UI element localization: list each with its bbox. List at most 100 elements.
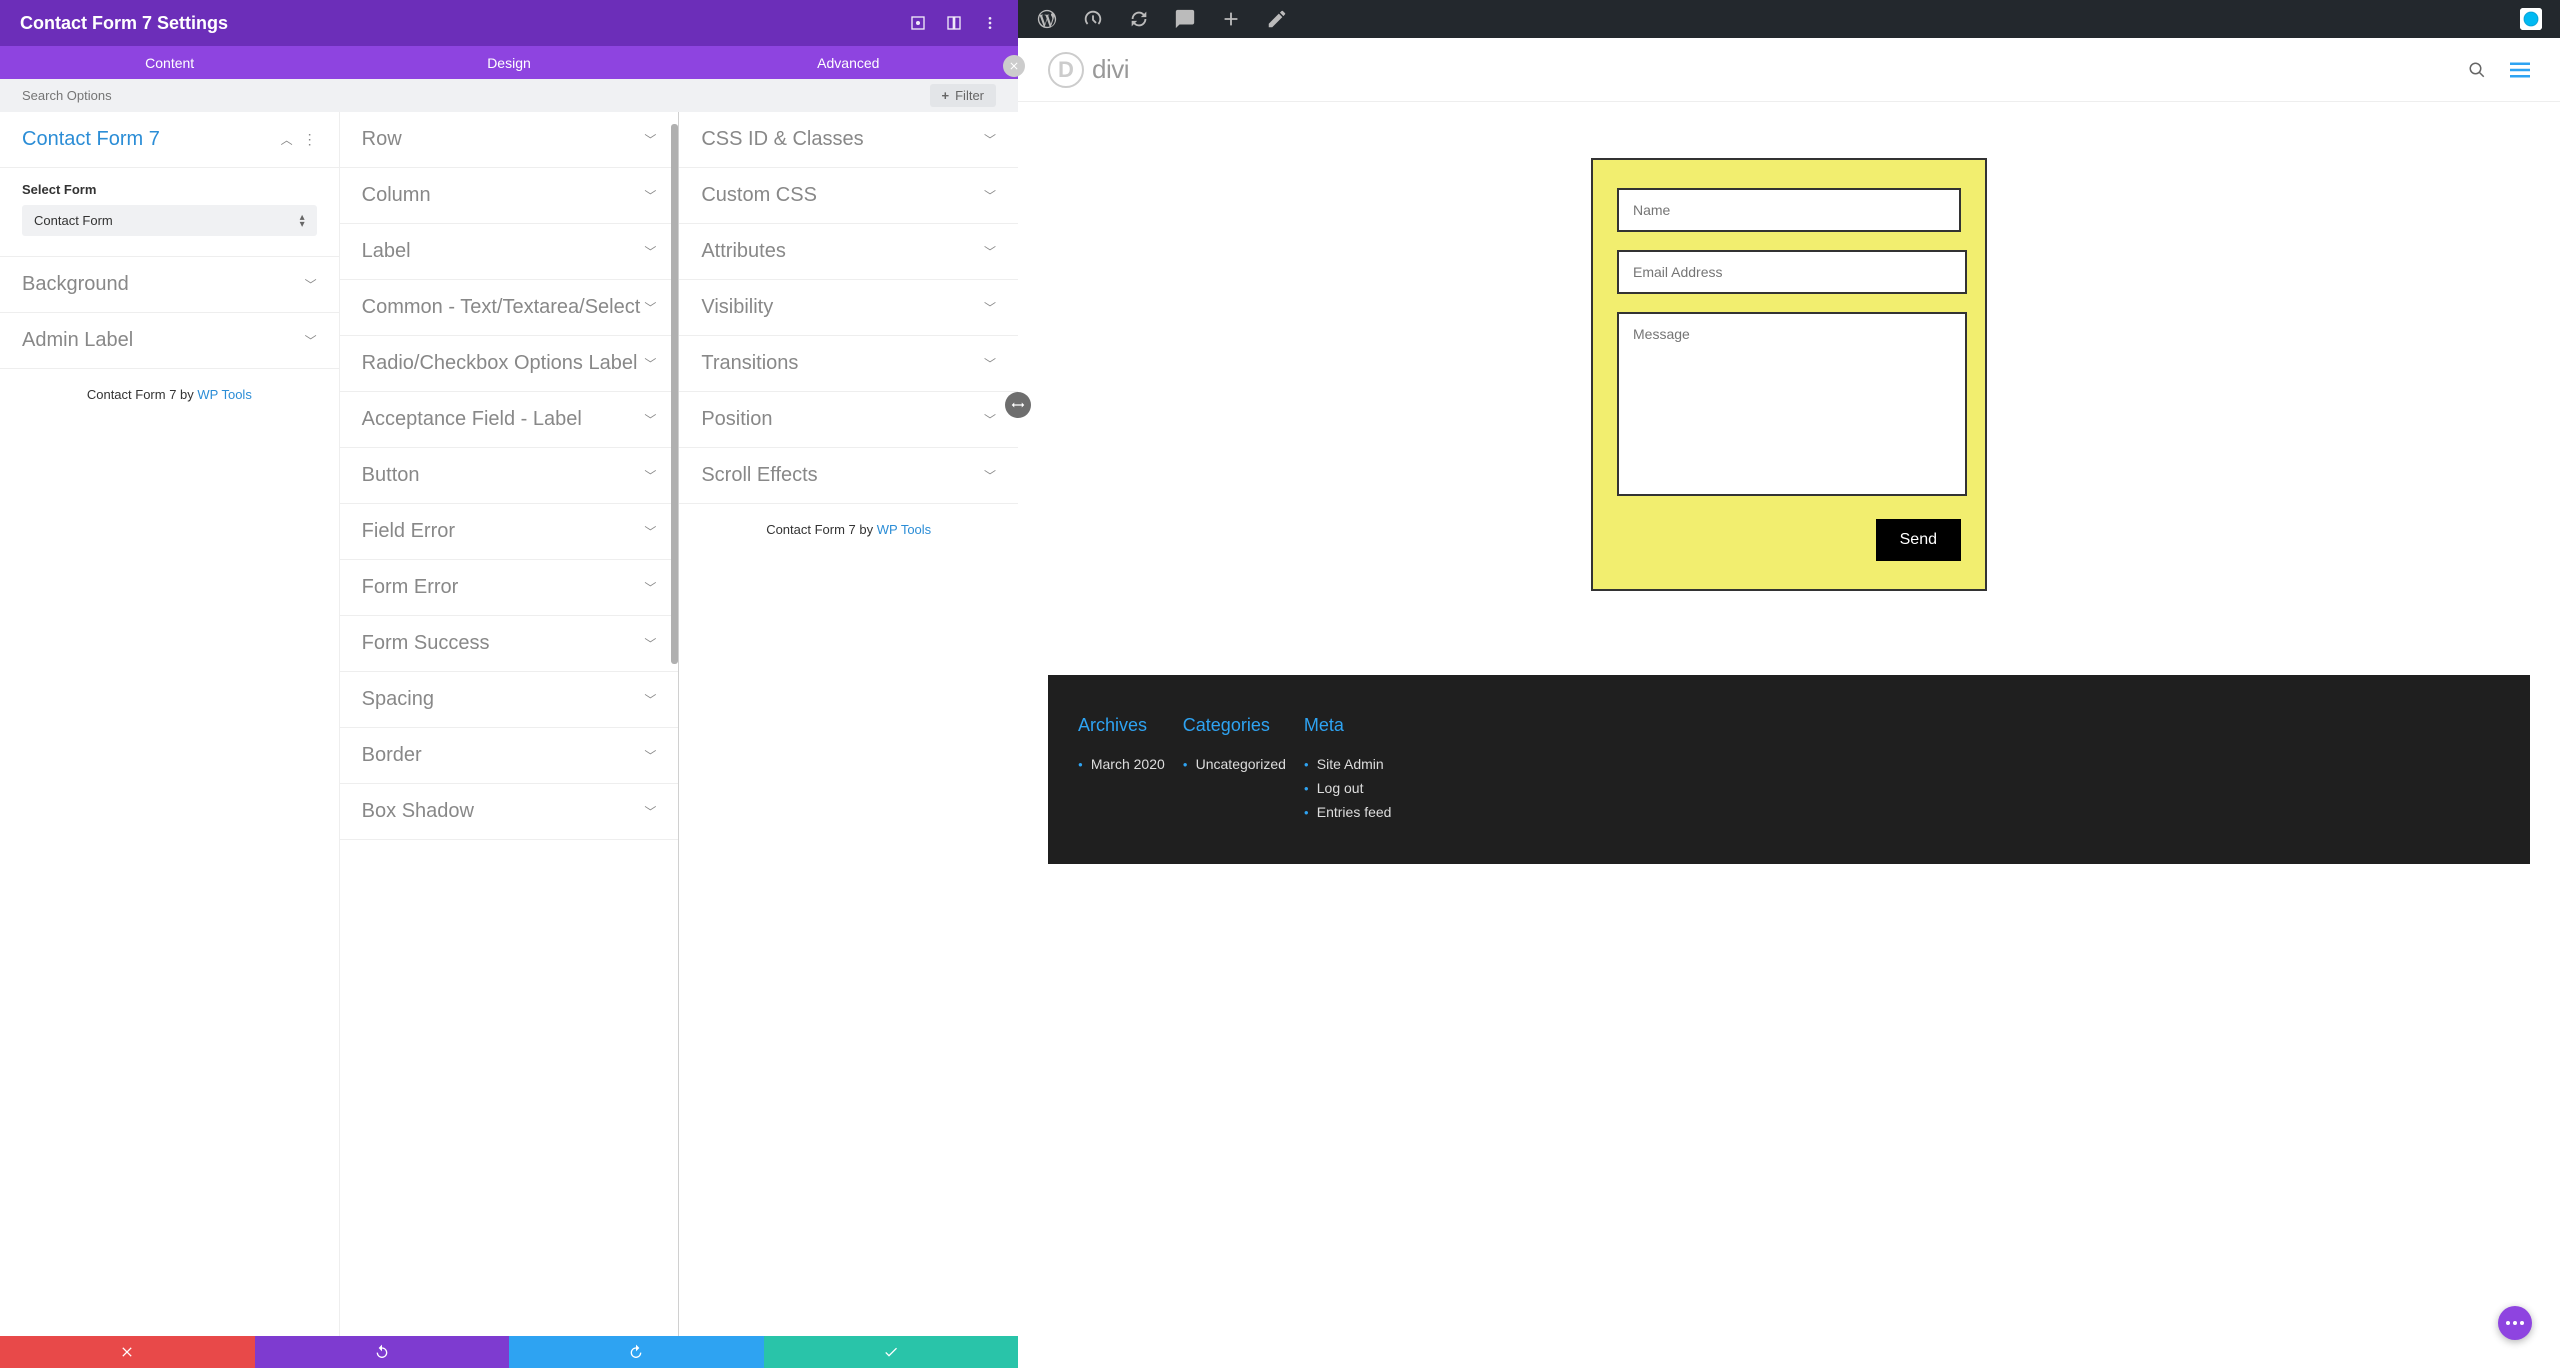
design-section[interactable]: Field Error﹀ bbox=[340, 504, 679, 560]
section-admin-label[interactable]: Admin Label ﹀ bbox=[0, 313, 339, 369]
design-section[interactable]: Button ﹀ bbox=[340, 448, 679, 504]
section-title: Visibility bbox=[701, 296, 773, 319]
snap-icon[interactable] bbox=[910, 15, 926, 31]
divi-logo-icon: D bbox=[1048, 52, 1084, 88]
dashboard-icon[interactable] bbox=[1082, 8, 1104, 30]
design-section[interactable]: Radio/Checkbox Options Label﹀ bbox=[340, 336, 679, 392]
undo-button[interactable] bbox=[255, 1336, 510, 1368]
redo-button[interactable] bbox=[509, 1336, 764, 1368]
section-title: Attributes bbox=[701, 240, 785, 263]
design-section[interactable]: Row ﹀ bbox=[340, 112, 679, 168]
close-panel-button[interactable] bbox=[1003, 55, 1025, 77]
chevron-down-icon: ﹀ bbox=[644, 299, 656, 316]
message-field[interactable] bbox=[1617, 312, 1967, 496]
footer-link[interactable]: Uncategorized bbox=[1183, 752, 1286, 776]
divi-logo[interactable]: D divi bbox=[1048, 52, 1129, 88]
panel-tabs: Content Design Advanced bbox=[0, 46, 1018, 79]
design-section[interactable]: Form Success﹀ bbox=[340, 616, 679, 672]
design-section[interactable]: Label ﹀ bbox=[340, 224, 679, 280]
wp-tools-link[interactable]: WP Tools bbox=[877, 522, 931, 537]
advanced-section[interactable]: Custom CSS﹀ bbox=[679, 168, 1018, 224]
advanced-section[interactable]: Visibility﹀ bbox=[679, 280, 1018, 336]
footer-col-meta: Meta Site AdminLog outEntries feed bbox=[1304, 715, 1392, 824]
chevron-down-icon: ﹀ bbox=[644, 467, 656, 484]
design-section[interactable]: Spacing ﹀ bbox=[340, 672, 679, 728]
section-title: Background bbox=[22, 273, 129, 296]
section-title: Admin Label bbox=[22, 329, 133, 352]
menu-dots-icon[interactable] bbox=[982, 15, 998, 31]
chevron-down-icon: ﹀ bbox=[644, 411, 656, 428]
section-title: Column bbox=[362, 184, 431, 207]
section-title: Field Error bbox=[362, 520, 455, 543]
select-form-dropdown[interactable]: Contact Form ▴▾ bbox=[22, 205, 317, 236]
design-section[interactable]: Form Error﹀ bbox=[340, 560, 679, 616]
scrollbar[interactable] bbox=[671, 124, 678, 664]
design-section[interactable]: Box Shadow﹀ bbox=[340, 784, 679, 840]
advanced-section[interactable]: Position﹀ bbox=[679, 392, 1018, 448]
section-title: Spacing bbox=[362, 688, 434, 711]
filter-label: Filter bbox=[955, 88, 984, 103]
advanced-section[interactable]: Attributes﹀ bbox=[679, 224, 1018, 280]
search-icon[interactable] bbox=[2468, 61, 2486, 79]
tab-advanced[interactable]: Advanced bbox=[679, 46, 1018, 79]
contact-form-preview: Send bbox=[1591, 158, 1987, 591]
expand-icon[interactable] bbox=[946, 15, 962, 31]
chevron-down-icon: ﹀ bbox=[984, 131, 996, 148]
advanced-section[interactable]: Transitions﹀ bbox=[679, 336, 1018, 392]
wp-tools-link[interactable]: WP Tools bbox=[197, 387, 251, 402]
menu-dots-icon[interactable]: ⋮ bbox=[303, 131, 317, 148]
email-field[interactable] bbox=[1617, 250, 1967, 294]
search-input[interactable] bbox=[22, 88, 930, 103]
section-contact-form-7[interactable]: Contact Form 7 ︿ ⋮ bbox=[0, 112, 339, 168]
add-icon[interactable] bbox=[1220, 8, 1242, 30]
advanced-section[interactable]: CSS ID & Classes﹀ bbox=[679, 112, 1018, 168]
chevron-down-icon: ﹀ bbox=[644, 131, 656, 148]
section-title: Button bbox=[362, 464, 420, 487]
section-title: Border bbox=[362, 744, 422, 767]
comments-icon[interactable] bbox=[1174, 8, 1196, 30]
filter-button[interactable]: + Filter bbox=[930, 84, 996, 107]
chevron-down-icon: ﹀ bbox=[644, 355, 656, 372]
helper-icon[interactable] bbox=[2520, 8, 2542, 30]
section-title: Row bbox=[362, 128, 402, 151]
hamburger-icon[interactable] bbox=[2510, 62, 2530, 78]
design-section[interactable]: Column﹀ bbox=[340, 168, 679, 224]
footer-link[interactable]: Entries feed bbox=[1304, 800, 1392, 824]
chevron-down-icon: ﹀ bbox=[305, 276, 317, 293]
send-button[interactable]: Send bbox=[1876, 519, 1961, 561]
chevron-up-icon: ︿ bbox=[281, 131, 293, 148]
resize-handle[interactable] bbox=[1005, 392, 1031, 418]
name-field[interactable] bbox=[1617, 188, 1961, 232]
tab-design[interactable]: Design bbox=[339, 46, 678, 79]
design-section[interactable]: Acceptance Field - Label﹀ bbox=[340, 392, 679, 448]
wordpress-icon[interactable] bbox=[1036, 8, 1058, 30]
fab-button[interactable] bbox=[2498, 1306, 2532, 1340]
cancel-button[interactable] bbox=[0, 1336, 255, 1368]
footer-title-archives: Archives bbox=[1078, 715, 1165, 736]
design-section[interactable]: Common - Text/Textarea/Select﹀ bbox=[340, 280, 679, 336]
edit-icon[interactable] bbox=[1266, 8, 1288, 30]
chevron-down-icon: ﹀ bbox=[644, 243, 656, 260]
preview-main: Send Archives March 2020 Categories Unca… bbox=[1018, 102, 2560, 1368]
section-title: Scroll Effects bbox=[701, 464, 817, 487]
footer-title-categories: Categories bbox=[1183, 715, 1286, 736]
refresh-icon[interactable] bbox=[1128, 8, 1150, 30]
tab-content[interactable]: Content bbox=[0, 46, 339, 79]
save-button[interactable] bbox=[764, 1336, 1019, 1368]
advanced-section[interactable]: Scroll Effects ﹀ bbox=[679, 448, 1018, 504]
section-title: Label bbox=[362, 240, 411, 263]
footer-link[interactable]: Site Admin bbox=[1304, 752, 1392, 776]
panel-footer bbox=[0, 1336, 1018, 1368]
footer-title-meta: Meta bbox=[1304, 715, 1392, 736]
chevron-down-icon: ﹀ bbox=[644, 691, 656, 708]
panel-header: Contact Form 7 Settings bbox=[0, 0, 1018, 46]
section-background[interactable]: Background ﹀ bbox=[0, 257, 339, 313]
footer-link[interactable]: Log out bbox=[1304, 776, 1392, 800]
panel-title: Contact Form 7 Settings bbox=[20, 13, 228, 34]
select-arrows-icon: ▴▾ bbox=[300, 214, 305, 228]
design-section[interactable]: Border﹀ bbox=[340, 728, 679, 784]
search-bar: + Filter bbox=[0, 79, 1018, 112]
chevron-down-icon: ﹀ bbox=[984, 467, 996, 484]
section-title: Form Error bbox=[362, 576, 459, 599]
footer-link[interactable]: March 2020 bbox=[1078, 752, 1165, 776]
